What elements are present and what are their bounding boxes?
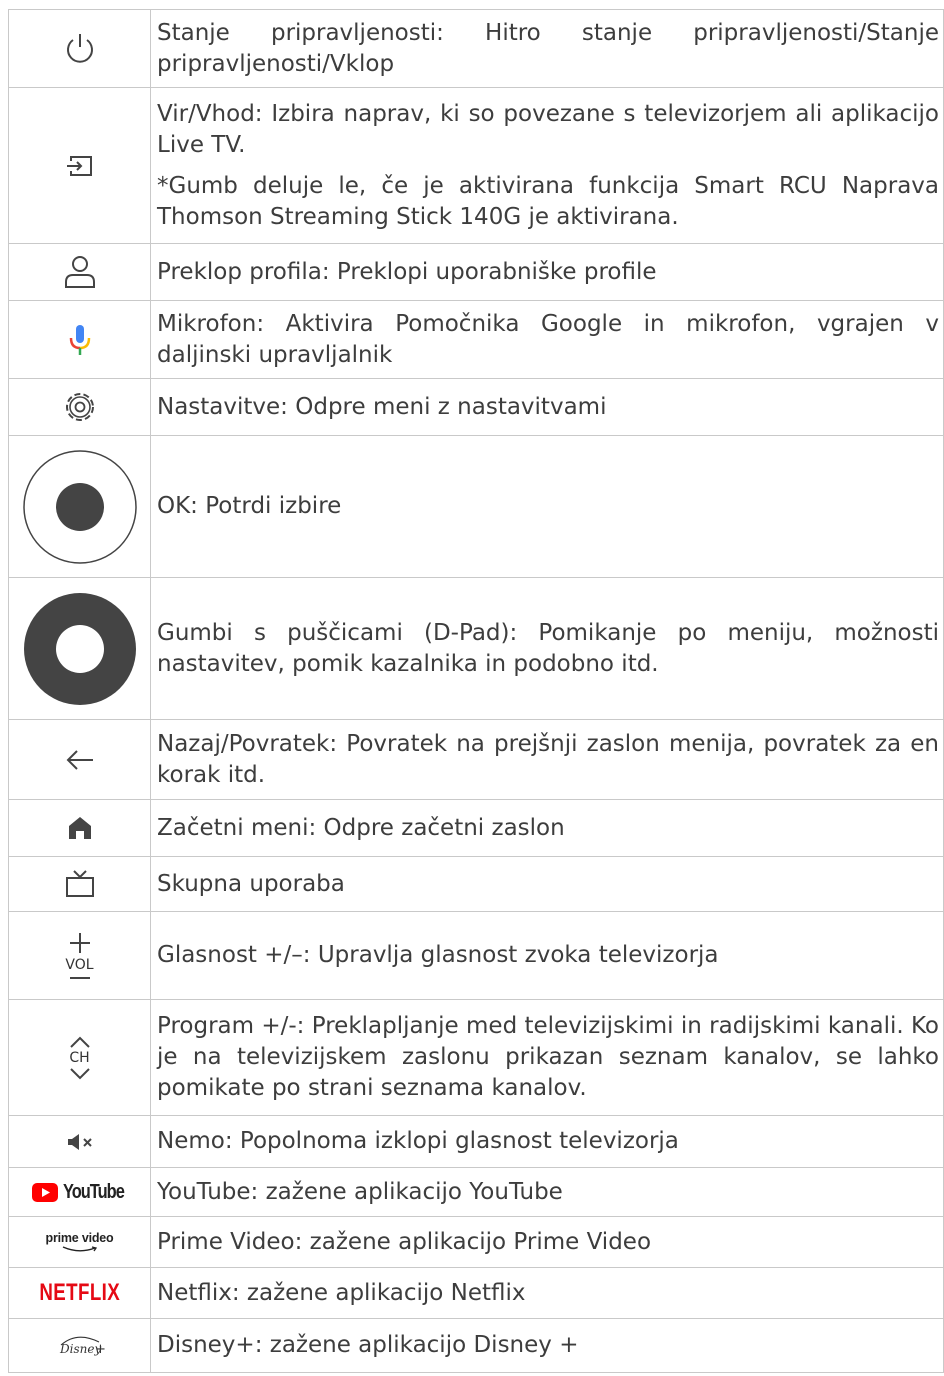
table-row: prime video Prime Video: zažene aplikaci… [8,1216,944,1268]
icon-cell [8,378,151,436]
icon-cell [8,719,151,800]
icon-cell: NETFLIX [8,1267,151,1319]
table-row: Nastavitve: Odpre meni z nastavitvami [8,378,944,436]
row-description: Disney+: zažene aplikacijo Disney + [150,1318,944,1373]
icon-cell [8,9,151,88]
prime-smile-icon [62,1245,97,1251]
row-description: Program +/-: Preklapljanje med televizij… [150,999,944,1116]
youtube-play-icon [31,1182,58,1202]
gear-icon [65,393,94,421]
row-description: Mikrofon: Aktivira Pomočnika Google in m… [150,300,944,379]
row-description: OK: Potrdi izbire [150,435,944,578]
back-arrow-icon [66,749,93,770]
icon-cell [8,300,151,379]
input-icon [66,155,92,176]
row-description: Nemo: Popolnoma izklopi glasnost televiz… [150,1115,944,1168]
table-row: Nazaj/Povratek: Povratek na prejšnji zas… [8,719,944,800]
prime-video-logo-text: prime video [45,1230,114,1245]
icon-cell: YouTube [8,1167,151,1217]
icon-cell: CH [8,999,151,1116]
remote-buttons-table: Stanje pripravljenosti: Hitro stanje pri… [8,9,944,1373]
icon-cell [8,856,151,912]
svg-text:+: + [95,1342,105,1357]
icon-cell: prime video [8,1216,151,1268]
power-icon [66,33,93,63]
table-row: Disney + Disney+: zažene aplikacijo Disn… [8,1318,944,1373]
table-row: CH Program +/-: Preklapljanje med televi… [8,999,944,1116]
table-row: Vir/Vhod: Izbira naprav, ki so povezane … [8,87,944,244]
table-row: Začetni meni: Odpre začetni zaslon [8,799,944,857]
row-description: Začetni meni: Odpre začetni zaslon [150,799,944,857]
icon-cell [8,799,151,857]
row-note: *Gumb deluje le, če je aktivirana funkci… [157,172,939,230]
ok-button-icon [22,449,137,564]
table-row: Mikrofon: Aktivira Pomočnika Google in m… [8,300,944,379]
disney-plus-logo-icon: Disney + [59,1336,105,1357]
channel-label: CH [69,1049,90,1066]
table-row: Nemo: Popolnoma izklopi glasnost televiz… [8,1115,944,1168]
prime-video-logo-icon: prime video [9,1230,150,1253]
row-description: Vir/Vhod: Izbira naprav, ki so povezane … [150,87,944,244]
row-description: Preklop profila: Preklopi uporabniške pr… [150,243,944,301]
volume-icon: VOL [9,932,150,980]
youtube-logo-icon: YouTube [31,1180,127,1204]
row-description: YouTube: zažene aplikacijo YouTube [150,1167,944,1217]
table-row: OK: Potrdi izbire [8,435,944,578]
table-row: NETFLIX Netflix: zažene aplikacijo Netfl… [8,1267,944,1319]
volume-label: VOL [65,956,94,973]
icon-cell: VOL [8,911,151,1000]
row-description: Nastavitve: Odpre meni z nastavitvami [150,378,944,436]
icon-cell: Disney + [8,1318,151,1373]
table-row: YouTube YouTube: zažene aplikacijo YouTu… [8,1167,944,1217]
table-row: VOL Glasnost +/–: Upravlja glasnost zvok… [8,911,944,1000]
row-description: Nazaj/Povratek: Povratek na prejšnji zas… [150,719,944,800]
table-row: Preklop profila: Preklopi uporabniške pr… [8,243,944,301]
icon-cell [8,243,151,301]
row-description: Prime Video: zažene aplikacijo Prime Vid… [150,1216,944,1268]
icon-cell [8,87,151,244]
row-description: Stanje pripravljenosti: Hitro stanje pri… [150,9,944,88]
channel-icon: CH [9,1036,150,1080]
home-icon [68,817,91,839]
row-description: Netflix: zažene aplikacijo Netflix [150,1267,944,1319]
dpad-icon [23,592,136,705]
chevron-down-icon [69,1067,90,1079]
netflix-logo-icon: NETFLIX [39,1279,120,1306]
row-description: Gumbi s puščicami (D-Pad): Pomikanje po … [150,577,944,720]
chevron-up-icon [69,1036,90,1048]
profile-icon [64,256,95,288]
table-row: Stanje pripravljenosti: Hitro stanje pri… [8,9,944,88]
row-description: Skupna uporaba [150,856,944,912]
icon-cell [8,435,151,578]
tv-icon [65,870,94,897]
mute-icon [67,1133,92,1150]
table-row: Skupna uporaba [8,856,944,912]
minus-icon [69,976,90,979]
table-row: Gumbi s puščicami (D-Pad): Pomikanje po … [8,577,944,720]
icon-cell [8,1115,151,1168]
row-description: Glasnost +/–: Upravlja glasnost zvoka te… [150,911,944,1000]
icon-cell [8,577,151,720]
plus-icon [69,932,90,953]
microphone-icon [69,324,90,355]
youtube-logo-text: YouTube [62,1180,125,1203]
